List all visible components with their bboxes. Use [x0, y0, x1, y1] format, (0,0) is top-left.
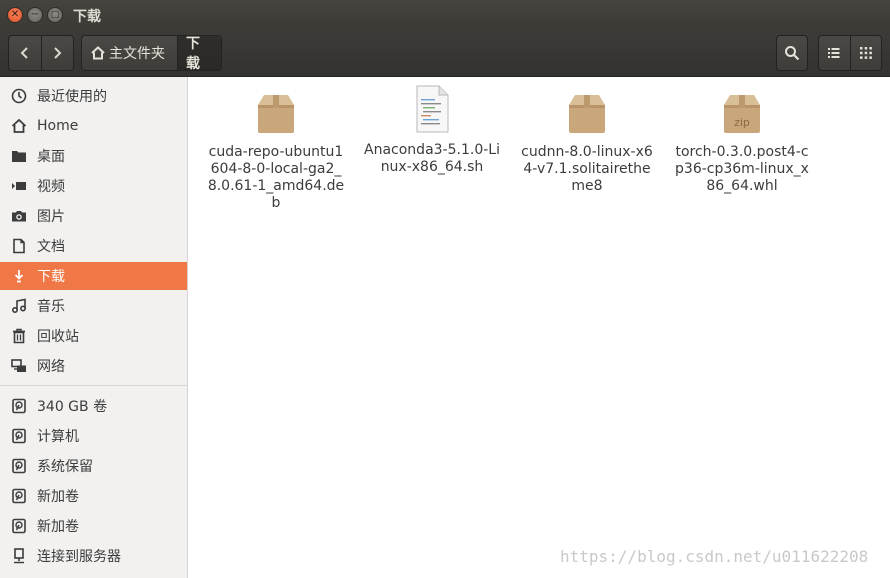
- drive-icon: [10, 427, 28, 445]
- path-bar: 主文件夹 下载: [81, 35, 222, 71]
- minimize-icon: −: [30, 9, 40, 20]
- drive-icon: [10, 517, 28, 535]
- sidebar-item-home[interactable]: Home: [0, 112, 187, 140]
- sidebar-separator: [0, 385, 187, 386]
- sidebar-item-label: 下载: [37, 269, 65, 285]
- sidebar-item-videos[interactable]: 视频: [0, 172, 187, 200]
- download-icon: [10, 267, 28, 285]
- sidebar-item-label: 音乐: [37, 299, 65, 315]
- file-name: cuda-repo-ubuntu1604-8-0-local-ga2_8.0.6…: [207, 144, 345, 211]
- sidebar-item-label: 桌面: [37, 149, 65, 165]
- sidebar-item-connect-server[interactable]: 连接到服务器: [0, 542, 187, 570]
- drive-icon: [10, 457, 28, 475]
- sidebar: 最近使用的 Home 桌面 视频 图片 文档 下载 音乐 回收站 网络 340 …: [0, 77, 188, 578]
- sidebar-item-label: 计算机: [37, 429, 79, 445]
- drive-icon: [10, 397, 28, 415]
- music-icon: [10, 297, 28, 315]
- file-item[interactable]: cudnn-8.0-linux-x64-v7.1.solitairetheme8: [518, 91, 656, 195]
- path-crumb-current[interactable]: 下载: [177, 36, 221, 70]
- sidebar-item-new-volume-2[interactable]: 新加卷: [0, 512, 187, 540]
- home-icon: [10, 117, 28, 135]
- zip-package-icon: zip: [724, 95, 760, 133]
- video-icon: [10, 177, 28, 195]
- network-icon: [10, 357, 28, 375]
- sidebar-item-label: 连接到服务器: [37, 549, 121, 565]
- trash-icon: [10, 327, 28, 345]
- package-icon: [258, 95, 294, 133]
- sidebar-item-label: 最近使用的: [37, 89, 107, 105]
- sidebar-item-trash[interactable]: 回收站: [0, 322, 187, 350]
- maximize-window-button[interactable]: □: [47, 7, 63, 23]
- clock-icon: [10, 87, 28, 105]
- title-bar: ✕ − □ 下载: [0, 0, 890, 30]
- minimize-window-button[interactable]: −: [27, 7, 43, 23]
- path-crumb-current-label: 下载: [186, 36, 200, 71]
- watermark: https://blog.csdn.net/u011622208: [560, 547, 869, 566]
- zip-badge: zip: [734, 116, 750, 129]
- file-item[interactable]: Anaconda3-5.1.0-Linux-x86_64.sh: [363, 85, 501, 176]
- path-crumb-home[interactable]: 主文件夹: [82, 36, 177, 70]
- view-switcher: [818, 35, 882, 71]
- close-icon: ✕: [10, 9, 20, 20]
- path-crumb-home-label: 主文件夹: [109, 46, 165, 62]
- sidebar-item-downloads[interactable]: 下载: [0, 262, 187, 290]
- sidebar-item-desktop[interactable]: 桌面: [0, 142, 187, 170]
- sidebar-item-label: 文档: [37, 239, 65, 255]
- search-button[interactable]: [776, 35, 808, 71]
- sidebar-item-label: 回收站: [37, 329, 79, 345]
- sidebar-item-label: 系统保留: [37, 459, 93, 475]
- drive-icon: [10, 487, 28, 505]
- chevron-left-icon: [20, 47, 28, 59]
- back-button[interactable]: [9, 36, 41, 70]
- home-icon: [90, 46, 106, 60]
- chevron-right-icon: [54, 47, 62, 59]
- close-window-button[interactable]: ✕: [7, 7, 23, 23]
- sidebar-item-pictures[interactable]: 图片: [0, 202, 187, 230]
- list-view-button[interactable]: [819, 36, 850, 70]
- file-view[interactable]: cuda-repo-ubuntu1604-8-0-local-ga2_8.0.6…: [189, 77, 890, 578]
- sidebar-item-label: 340 GB 卷: [37, 399, 108, 415]
- sidebar-item-drive-340gb[interactable]: 340 GB 卷: [0, 392, 187, 420]
- server-icon: [10, 547, 28, 565]
- file-name: torch-0.3.0.post4-cp36-cp36m-linux_x86_6…: [675, 144, 809, 194]
- list-view-icon: [828, 48, 840, 58]
- file-name: Anaconda3-5.1.0-Linux-x86_64.sh: [364, 142, 500, 175]
- folder-icon: [10, 147, 28, 165]
- navigation-buttons: [8, 35, 74, 71]
- sidebar-item-music[interactable]: 音乐: [0, 292, 187, 320]
- sidebar-item-label: 图片: [37, 209, 65, 225]
- sidebar-item-system-reserved[interactable]: 系统保留: [0, 452, 187, 480]
- sidebar-item-documents[interactable]: 文档: [0, 232, 187, 260]
- camera-icon: [10, 207, 28, 225]
- window-title: 下载: [73, 9, 101, 25]
- sidebar-item-recent[interactable]: 最近使用的: [0, 82, 187, 110]
- file-item[interactable]: zip torch-0.3.0.post4-cp36-cp36m-linux_x…: [673, 91, 811, 195]
- file-name: cudnn-8.0-linux-x64-v7.1.solitairetheme8: [521, 144, 653, 194]
- sidebar-item-label: 网络: [37, 359, 65, 375]
- sidebar-item-new-volume-1[interactable]: 新加卷: [0, 482, 187, 510]
- sidebar-item-network[interactable]: 网络: [0, 352, 187, 380]
- file-item[interactable]: cuda-repo-ubuntu1604-8-0-local-ga2_8.0.6…: [207, 91, 345, 212]
- toolbar: 主文件夹 下载: [0, 30, 890, 77]
- document-icon: [10, 237, 28, 255]
- forward-button[interactable]: [40, 36, 74, 70]
- sidebar-item-label: 新加卷: [37, 489, 79, 505]
- grid-view-icon: [859, 47, 872, 59]
- script-file-icon: [416, 85, 449, 133]
- maximize-icon: □: [50, 9, 60, 20]
- sidebar-item-label: 新加卷: [37, 519, 79, 535]
- sidebar-item-label: 视频: [37, 179, 65, 195]
- sidebar-item-computer[interactable]: 计算机: [0, 422, 187, 450]
- package-icon: [569, 95, 605, 133]
- search-icon: [785, 46, 800, 61]
- grid-view-button[interactable]: [849, 36, 882, 70]
- sidebar-item-label: Home: [37, 118, 79, 134]
